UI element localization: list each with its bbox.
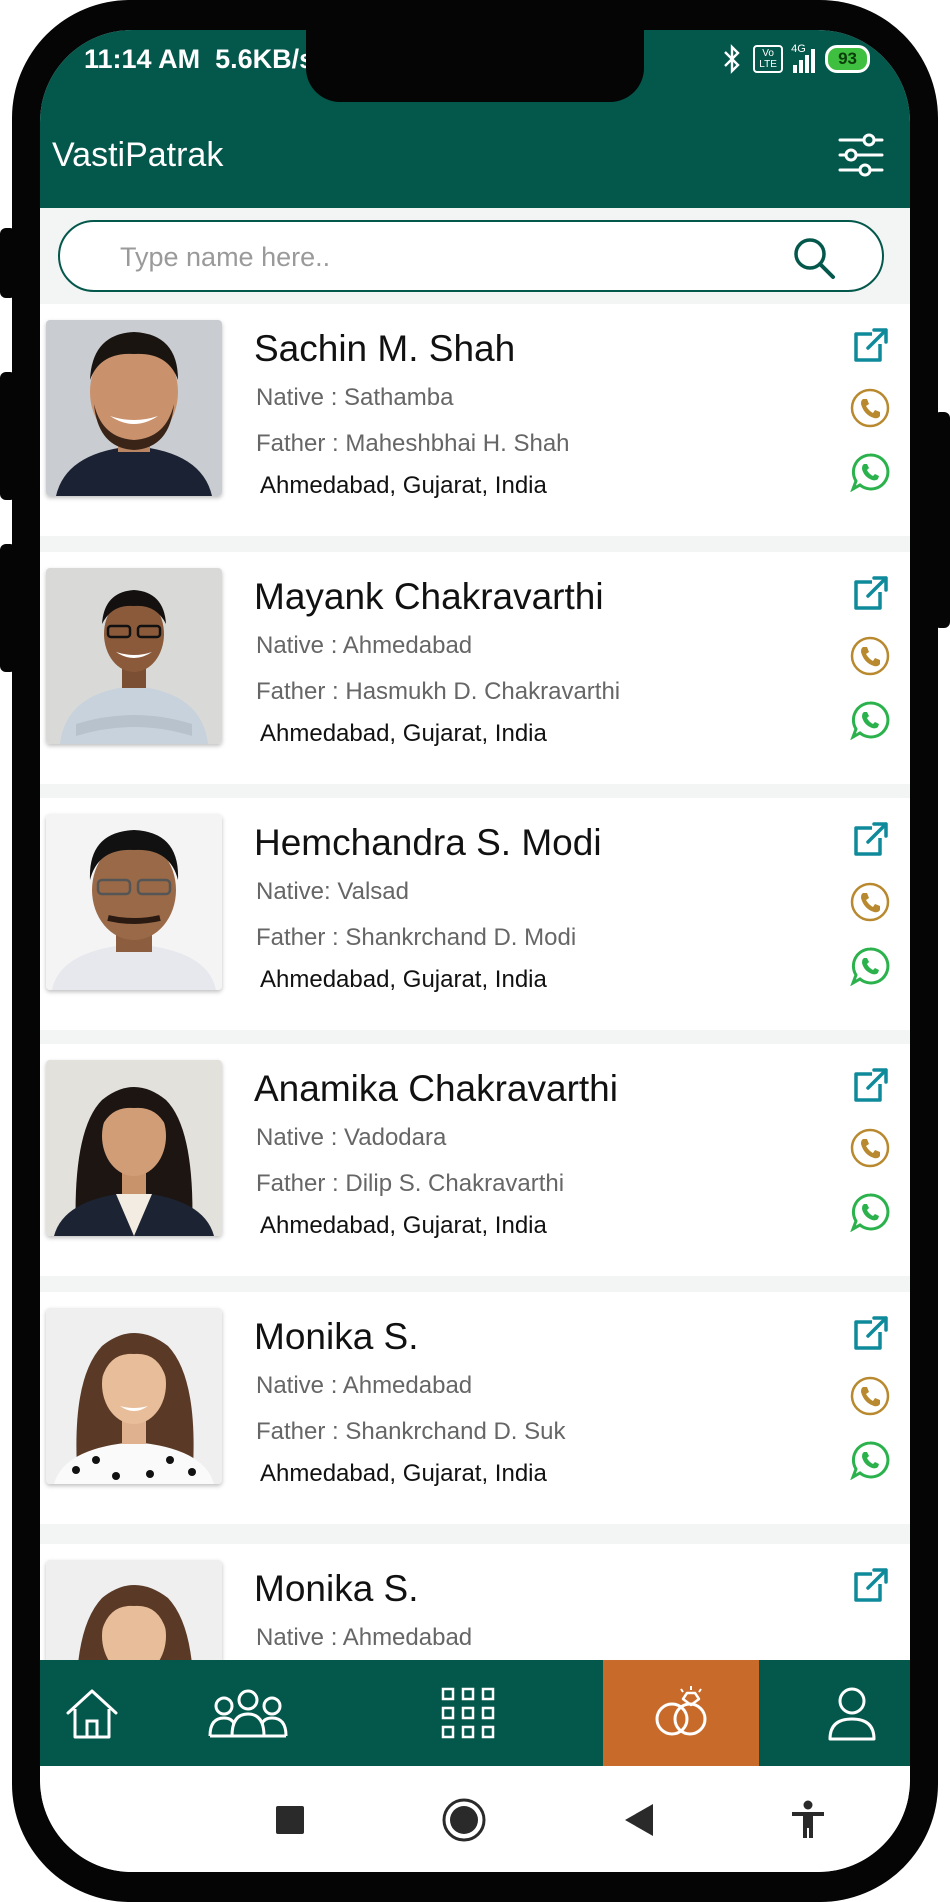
status-time: 11:14 AM 5.6KB/s — [84, 44, 315, 74]
person-location: Ahmedabad, Gujarat, India — [260, 720, 547, 747]
volte-icon: Vo LTE — [753, 45, 784, 73]
nav-grid[interactable] — [416, 1660, 520, 1766]
open-link-icon[interactable] — [850, 1066, 890, 1106]
person-location: Ahmedabad, Gujarat, India — [260, 1212, 547, 1239]
person-photo[interactable] — [46, 568, 222, 744]
person-native: Native : Ahmedabad — [256, 1624, 473, 1651]
open-link-icon[interactable] — [850, 326, 890, 366]
search-input[interactable] — [118, 236, 762, 278]
person-card[interactable]: Mayank Chakravarthi Native : Ahmedabad F… — [40, 552, 910, 784]
person-location: Ahmedabad, Gujarat, India — [260, 1460, 547, 1487]
filter-icon[interactable] — [836, 130, 886, 180]
bottom-nav — [40, 1660, 910, 1766]
whatsapp-icon[interactable] — [850, 946, 890, 986]
nav-matrimony[interactable] — [603, 1660, 759, 1766]
search-icon[interactable] — [792, 236, 836, 280]
person-father: Father : Dilip S. Chakravarthi — [256, 1170, 565, 1197]
search-box — [58, 220, 884, 292]
person-father: Father : Maheshbhai H. Shah — [256, 430, 570, 457]
person-photo[interactable] — [46, 1060, 222, 1236]
person-native: Native: Valsad — [256, 878, 409, 905]
nav-community[interactable] — [188, 1660, 308, 1766]
status-icons: Vo LTE 4G 93 — [721, 43, 870, 74]
person-photo[interactable] — [46, 1308, 222, 1484]
screen: 11:14 AM 5.6KB/s Vo LTE 4G 93 VastiPatra… — [40, 30, 910, 1872]
side-button-right — [934, 412, 950, 628]
person-native: Native : Ahmedabad — [256, 632, 473, 659]
phone-icon[interactable] — [850, 1376, 890, 1416]
home-icon — [66, 1689, 118, 1739]
phone-icon[interactable] — [850, 388, 890, 428]
whatsapp-icon[interactable] — [850, 452, 890, 492]
person-native: Native : Vadodara — [256, 1124, 447, 1151]
person-card[interactable]: Anamika Chakravarthi Native : Vadodara F… — [40, 1044, 910, 1276]
people-list[interactable]: Sachin M. Shah Native : Sathamba Father … — [40, 304, 910, 1684]
open-link-icon[interactable] — [850, 1314, 890, 1354]
side-button-left-top — [0, 228, 16, 298]
person-location: Ahmedabad, Gujarat, India — [260, 966, 547, 993]
battery-icon: 93 — [825, 45, 870, 73]
person-card[interactable]: Sachin M. Shah Native : Sathamba Father … — [40, 304, 910, 536]
side-button-left-mid — [0, 372, 16, 500]
phone-icon[interactable] — [850, 636, 890, 676]
accessibility-button[interactable] — [780, 1792, 836, 1848]
accessibility-icon — [792, 1800, 824, 1838]
signal-icon: 4G — [791, 43, 816, 73]
phone-icon[interactable] — [850, 882, 890, 922]
recents-icon — [276, 1806, 304, 1834]
open-link-icon[interactable] — [850, 820, 890, 860]
bluetooth-icon — [724, 44, 740, 74]
person-name[interactable]: Hemchandra S. Modi — [254, 822, 602, 864]
person-name[interactable]: Anamika Chakravarthi — [254, 1068, 618, 1110]
person-name[interactable]: Sachin M. Shah — [254, 328, 515, 370]
person-photo[interactable] — [46, 814, 222, 990]
back-button[interactable] — [610, 1792, 666, 1848]
whatsapp-icon[interactable] — [850, 1192, 890, 1232]
whatsapp-icon[interactable] — [850, 700, 890, 740]
home-system-button[interactable] — [436, 1792, 492, 1848]
person-father: Father : Hasmukh D. Chakravarthi — [256, 678, 621, 705]
whatsapp-icon[interactable] — [850, 1440, 890, 1480]
back-icon — [625, 1804, 653, 1836]
person-native: Native : Sathamba — [256, 384, 454, 411]
profile-icon — [828, 1687, 876, 1741]
person-father: Father : Shankrchand D. Suk — [256, 1418, 566, 1445]
person-card[interactable]: Monika S. Native : Ahmedabad Father : Sh… — [40, 1292, 910, 1524]
person-name[interactable]: Monika S. — [254, 1568, 419, 1610]
person-location: Ahmedabad, Gujarat, India — [260, 472, 547, 499]
nav-profile[interactable] — [800, 1660, 904, 1766]
recents-button[interactable] — [262, 1792, 318, 1848]
app-header: 11:14 AM 5.6KB/s Vo LTE 4G 93 VastiPatra… — [40, 30, 910, 208]
side-button-left-low — [0, 544, 16, 672]
person-photo[interactable] — [46, 320, 222, 496]
nav-home[interactable] — [40, 1660, 144, 1766]
app-title: VastiPatrak — [52, 136, 224, 174]
person-name[interactable]: Mayank Chakravarthi — [254, 576, 604, 618]
grid-icon — [441, 1687, 495, 1739]
rings-icon — [655, 1686, 707, 1736]
home-circle-icon — [442, 1798, 486, 1842]
person-card[interactable]: Hemchandra S. Modi Native: Valsad Father… — [40, 798, 910, 1030]
person-name[interactable]: Monika S. — [254, 1316, 419, 1358]
open-link-icon[interactable] — [850, 1566, 890, 1606]
phone-icon[interactable] — [850, 1128, 890, 1168]
search-bar-area — [40, 208, 910, 304]
person-native: Native : Ahmedabad — [256, 1372, 473, 1399]
person-father: Father : Shankrchand D. Modi — [256, 924, 577, 951]
community-icon — [208, 1689, 288, 1738]
open-link-icon[interactable] — [850, 574, 890, 614]
camera-notch — [306, 30, 644, 102]
system-nav-bar — [40, 1766, 910, 1872]
